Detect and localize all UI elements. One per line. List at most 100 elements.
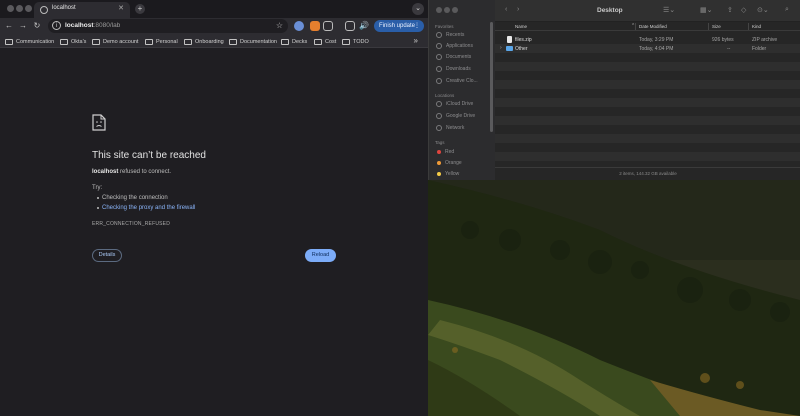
column-date-modified[interactable]: Date Modified (639, 24, 667, 29)
tag-icon[interactable]: ◇ (741, 6, 746, 14)
reload-button[interactable]: Reload (305, 249, 336, 262)
grid-view-icon[interactable]: ▦⌄ (700, 6, 712, 14)
back-icon[interactable]: ← (4, 21, 14, 31)
speaker-icon[interactable]: 🔊 (359, 21, 369, 31)
window-title: Desktop (597, 7, 623, 14)
bookmark-folder[interactable]: Personal (145, 37, 178, 46)
empty-row (495, 71, 800, 80)
column-divider (635, 23, 636, 30)
sidebar-tag-yellow[interactable]: Yellow (436, 170, 459, 178)
close-window-button[interactable] (436, 7, 442, 13)
file-row[interactable]: files.zip Today, 3:29 PM 926 bytes ZIP a… (495, 35, 800, 44)
sidebar-item-applications[interactable]: Applications (436, 42, 473, 50)
sidebar-scrollbar[interactable] (490, 22, 493, 132)
new-tab-button[interactable]: + (135, 4, 145, 14)
sidebar-item-icloud-drive[interactable]: iCloud Drive (436, 100, 473, 108)
bookmark-folder[interactable]: Demo account (92, 37, 138, 46)
finder-window: Favorites Recents Applications Documents… (428, 0, 800, 180)
address-bar[interactable]: i localhost:8080/lab ☆ (48, 19, 288, 33)
list-view-icon[interactable]: ☰⌄ (663, 6, 675, 14)
sidebar-item-recents[interactable]: Recents (436, 31, 464, 39)
download-icon (436, 66, 442, 72)
sidebar-item-google-drive[interactable]: Google Drive (436, 112, 475, 120)
folder-size: -- (727, 46, 731, 52)
extensions-puzzle-icon[interactable] (323, 21, 333, 31)
bookmark-star-icon[interactable]: ☆ (276, 21, 283, 30)
bookmark-folder[interactable]: Communication (5, 37, 54, 46)
close-tab-icon[interactable]: ✕ (118, 4, 124, 12)
reload-icon[interactable]: ↻ (32, 21, 42, 31)
empty-row (495, 107, 800, 116)
empty-row (495, 143, 800, 152)
share-icon[interactable]: ⇪ (727, 6, 733, 14)
tab-search-button[interactable]: ⌄ (412, 3, 424, 15)
folder-icon (184, 38, 192, 45)
favorites-section-label: Favorites (435, 24, 454, 29)
more-actions-icon[interactable]: ⊙⌄ (757, 6, 769, 14)
bookmark-folder[interactable]: Decks (281, 37, 307, 46)
finder-sidebar: Favorites Recents Applications Documents… (429, 0, 495, 180)
column-name[interactable]: Name (515, 24, 527, 29)
suggestion-link[interactable]: Checking the proxy and the firewall (96, 205, 195, 211)
sidebar-tag-orange[interactable]: Orange (436, 159, 462, 167)
zoom-window-button[interactable] (452, 7, 458, 13)
empty-row (495, 116, 800, 125)
try-label: Try: (92, 185, 103, 191)
column-divider (708, 23, 709, 30)
file-date: Today, 3:29 PM (639, 37, 674, 43)
tab-localhost[interactable]: localhost ✕ (34, 2, 130, 18)
minimize-window-button[interactable] (16, 5, 23, 12)
bookmark-folder[interactable]: TODO (342, 37, 369, 46)
column-size[interactable]: Size (712, 24, 721, 29)
folder-icon (281, 38, 289, 45)
close-window-button[interactable] (7, 5, 14, 12)
details-button[interactable]: Details (92, 249, 122, 262)
folder-icon (342, 38, 350, 45)
sidebar-item-documents[interactable]: Documents (436, 53, 471, 61)
extension-icon[interactable] (294, 21, 304, 31)
finder-toolbar: ‹ › Desktop ☰⌄ ▦⌄ ⇪ ◇ ⊙⌄ ⌕ (495, 0, 800, 22)
document-icon (436, 54, 442, 60)
bookmark-folder[interactable]: Okta's (60, 37, 86, 46)
disclosure-triangle-icon[interactable]: › (500, 45, 502, 51)
bookmark-folder[interactable]: Cost (314, 37, 336, 46)
empty-row (495, 98, 800, 107)
sidebar-item-network[interactable]: Network (436, 124, 464, 132)
folder-row[interactable]: › Other Today, 4:04 PM -- Folder (495, 44, 800, 53)
empty-row (495, 125, 800, 134)
folder-icon (145, 38, 153, 45)
error-message: localhost refused to connect. (92, 169, 172, 175)
empty-row (495, 62, 800, 71)
minimize-window-button[interactable] (444, 7, 450, 13)
file-kind: ZIP archive (752, 37, 778, 43)
tag-dot-icon (437, 172, 441, 176)
locations-section-label: Locations (435, 93, 455, 98)
search-icon[interactable]: ⌕ (785, 6, 789, 14)
suggestion-item: Checking the connection (97, 195, 168, 201)
site-info-icon[interactable]: i (52, 21, 61, 30)
extension-icon[interactable] (310, 21, 320, 31)
file-name: files.zip (515, 37, 532, 43)
empty-row (495, 53, 800, 62)
error-title: This site can’t be reached (92, 150, 206, 161)
tags-section-label: Tags (435, 140, 445, 145)
browser-toolbar: ← → ↻ i localhost:8080/lab ☆ 🔊 Finish up… (0, 18, 428, 35)
sidebar-item-downloads[interactable]: Downloads (436, 65, 471, 73)
url-text: localhost:8080/lab (65, 22, 121, 29)
forward-icon[interactable]: › (517, 6, 519, 13)
zip-file-icon (507, 36, 512, 43)
file-size: 926 bytes (712, 37, 734, 43)
bookmarks-overflow-icon[interactable]: » (414, 36, 418, 45)
side-panel-icon[interactable] (345, 21, 355, 31)
column-kind[interactable]: Kind (752, 24, 761, 29)
forward-icon[interactable]: → (18, 21, 28, 31)
tab-title: localhost (52, 5, 76, 11)
sidebar-tag-red[interactable]: Red (436, 148, 454, 156)
bookmark-folder[interactable]: Onboarding (184, 37, 224, 46)
finish-update-button[interactable]: Finish update ⋮ (374, 20, 424, 32)
zoom-window-button[interactable] (25, 5, 32, 12)
sidebar-item-creative-cloud[interactable]: Creative Clo... (436, 77, 478, 85)
back-icon[interactable]: ‹ (505, 6, 507, 13)
network-icon (436, 125, 442, 131)
bookmark-folder[interactable]: Documentation (229, 37, 277, 46)
